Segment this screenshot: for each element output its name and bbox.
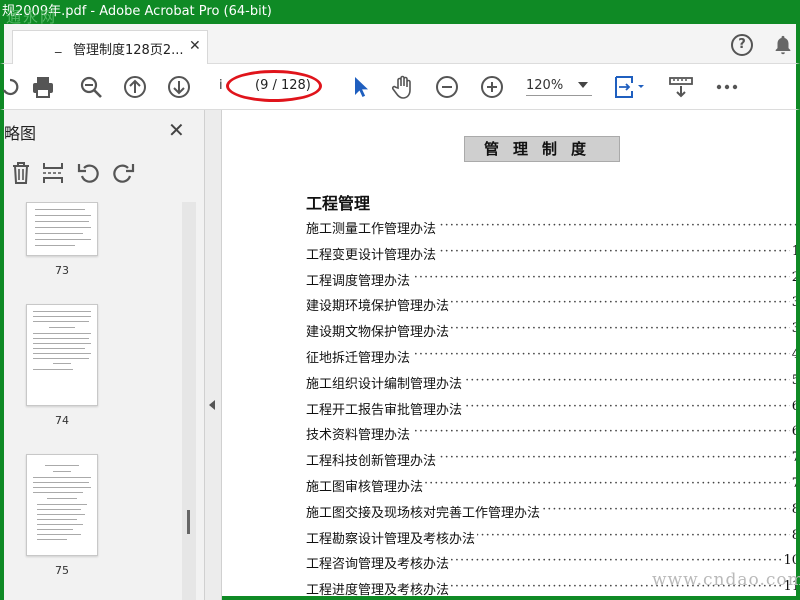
page-count-highlight (226, 70, 322, 102)
panel-collapse-strip[interactable] (205, 110, 222, 600)
toc-row[interactable]: ········································… (306, 243, 800, 266)
toc-row[interactable]: ········································… (306, 347, 800, 369)
tab-dash: _ (55, 39, 62, 54)
toc-page-number: 3 (789, 321, 800, 337)
toc-row[interactable]: ········································… (306, 450, 800, 472)
toc-title: 工程开工报告审批管理办法 (306, 398, 465, 418)
document-heading: 管理制度 (464, 136, 620, 162)
help-icon[interactable]: ? (731, 34, 753, 56)
document-view: 管理制度 工程管理 ······························… (222, 110, 800, 600)
toc-title: 施工测量工作管理办法 (306, 218, 439, 237)
toc-row[interactable]: ········································… (306, 372, 800, 395)
thumbnail-scroll-thumb[interactable] (187, 510, 190, 534)
toc-row[interactable]: ········································… (306, 218, 796, 240)
toc-row[interactable]: ········································… (306, 269, 800, 292)
thumbnail-page-73[interactable] (26, 202, 98, 256)
zoom-out-icon[interactable] (434, 74, 460, 100)
page-number-input[interactable]: i (219, 78, 223, 93)
insert-page-icon[interactable] (40, 160, 66, 186)
thumbnail-label-74: 74 (55, 414, 69, 427)
toc-page-number: 6 (789, 398, 800, 414)
delete-icon[interactable] (8, 160, 34, 186)
toc-page-number: 8 (789, 501, 800, 517)
tab-bar: _ 管理制度128页2... ✕ ? (0, 24, 800, 64)
toc-page-number: 3 (789, 295, 800, 311)
scroll-mode-icon[interactable] (667, 74, 695, 100)
toc-title: 工程调度管理办法 (306, 269, 413, 289)
tab-close-icon[interactable]: ✕ (189, 38, 201, 54)
toc-row[interactable]: ········································… (306, 527, 800, 550)
panel-close-icon[interactable]: ✕ (168, 118, 185, 142)
toc-row[interactable]: ········································… (306, 476, 800, 498)
toc-title: 工程进度管理及考核办法 (306, 579, 452, 596)
document-tab[interactable]: _ 管理制度128页2... ✕ (12, 30, 208, 64)
thumbnail-label-73: 73 (55, 264, 69, 277)
bell-icon[interactable] (772, 34, 794, 56)
rotate-left-icon[interactable] (76, 160, 102, 186)
toc-page-number: 7 (789, 476, 800, 491)
zoom-search-icon[interactable] (78, 74, 104, 100)
hand-icon[interactable] (390, 74, 416, 100)
rotate-back-icon[interactable] (0, 74, 22, 100)
watermark-bottom: www.cndao.com (652, 570, 800, 590)
collapse-arrow-icon[interactable] (209, 400, 215, 410)
toc-title: 工程科技创新管理办法 (306, 450, 439, 470)
toc-page-number: 8 (789, 527, 800, 543)
tab-label: 管理制度128页2... (73, 43, 184, 58)
thumbnail-page-74[interactable] (26, 304, 98, 406)
page-up-icon[interactable] (122, 74, 148, 100)
toc-row[interactable]: ········································… (306, 424, 800, 446)
print-icon[interactable] (30, 74, 56, 100)
toc-title: 建设期文物保护管理办法 (306, 321, 452, 341)
toc-title: 工程咨询管理及考核办法 (306, 553, 452, 573)
toc-title: 工程勘察设计管理及考核办法 (306, 527, 478, 547)
toc-title: 施工图交接及现场核对完善工作管理办法 (306, 501, 543, 521)
zoom-dropdown-icon[interactable] (578, 82, 588, 88)
toc-row[interactable]: ········································… (306, 501, 800, 524)
toc-page-number: 10 (781, 553, 800, 569)
thumbnail-page-75[interactable] (26, 454, 98, 556)
toc-page-number: 2 (789, 269, 800, 285)
toc-title: 工程变更设计管理办法 (306, 243, 439, 263)
more-icon[interactable] (714, 74, 740, 100)
toc-title: 施工图审核管理办法 (306, 476, 426, 495)
toc-row[interactable]: ········································… (306, 295, 800, 317)
title-bar: 规2009年.pdf - Adobe Acrobat Pro (64-bit) (0, 0, 800, 24)
thumbnail-list: 73 74 75 (4, 202, 204, 600)
panel-title: 略图 (4, 124, 37, 143)
toc-page-number: 4 (789, 347, 800, 362)
toc-page-number: 6 (789, 424, 800, 440)
thumbnail-scrollbar[interactable] (182, 202, 196, 600)
thumbnail-label-75: 75 (55, 564, 69, 577)
section-heading: 工程管理 (306, 194, 371, 213)
select-cursor-icon[interactable] (347, 74, 373, 100)
app-window: 规2009年.pdf - Adobe Acrobat Pro (64-bit) … (0, 0, 800, 600)
toc-title: 征地拆迁管理办法 (306, 347, 413, 366)
toc-page-number: 1 (789, 243, 800, 259)
zoom-in-icon[interactable] (479, 74, 505, 100)
toc-row[interactable]: ········································… (306, 398, 800, 421)
toc-title: 建设期环境保护管理办法 (306, 295, 452, 315)
toc-title: 技术资料管理办法 (306, 424, 413, 444)
toc-page-number: 7 (789, 450, 800, 466)
toc-row[interactable]: ········································… (306, 321, 800, 343)
rotate-right-icon[interactable] (110, 160, 136, 186)
toc-page-number: 5 (789, 372, 800, 388)
page-down-icon[interactable] (166, 74, 192, 100)
toolbar: i (9 / 128) 120% (0, 64, 800, 110)
page-thumbnails-panel: 略图 ✕ 73 74 75 (0, 110, 205, 600)
toc-title: 施工组织设计编制管理办法 (306, 372, 465, 392)
page-fit-icon[interactable] (612, 74, 646, 100)
panel-tools (4, 160, 204, 196)
